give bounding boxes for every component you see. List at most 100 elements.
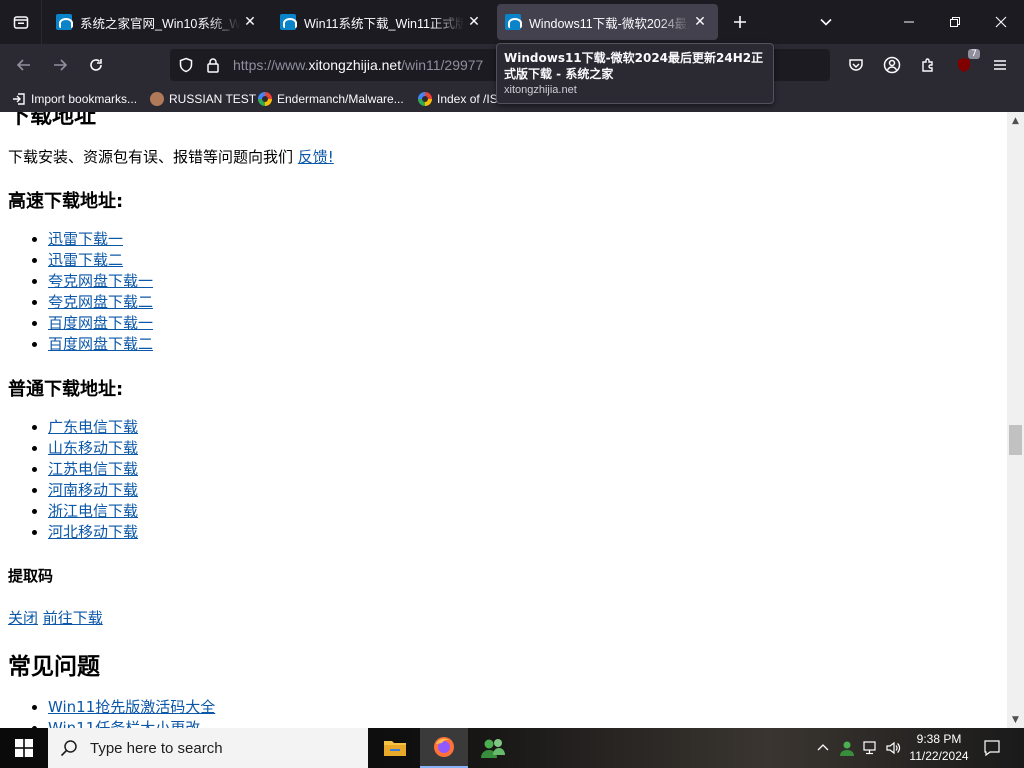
download-link-xunlei-1[interactable]: 迅雷下载一 (48, 230, 123, 248)
faq-heading: 常见问题 (8, 654, 100, 680)
taskbar-file-explorer[interactable] (371, 728, 419, 768)
plus-icon (734, 16, 746, 28)
tab-tooltip: Windows11下载-微软2024最后更新24H2正式版下载 - 系统之家 x… (496, 43, 774, 104)
extensions-button[interactable] (914, 51, 942, 79)
scroll-down-arrow-icon[interactable]: ▼ (1007, 711, 1024, 728)
scrollbar-thumb[interactable] (1009, 425, 1022, 455)
bookmark-label: Import bookmarks... (31, 92, 138, 106)
normal-download-heading: 普通下载地址: (8, 379, 124, 400)
network-tray-button[interactable] (860, 728, 882, 768)
ublock-extension-button[interactable]: 7 (950, 49, 980, 79)
speaker-icon (886, 741, 901, 755)
faq-link-taskbar-size[interactable]: Win11任务栏大小更改 (48, 719, 200, 728)
bookmark-index-of[interactable]: Index of /IS (418, 90, 498, 108)
bookmark-russian-test[interactable]: RUSSIAN TEST (150, 90, 256, 108)
list-item: 夸克网盘下载一 (48, 271, 153, 292)
download-link-baidu-2[interactable]: 百度网盘下载二 (48, 335, 153, 353)
restore-icon (950, 17, 960, 27)
tab-title: 系统之家官网_Win10系统_Windows10 (80, 16, 240, 31)
start-button[interactable] (0, 728, 48, 768)
faq-link-activation-codes[interactable]: Win11抢先版激活码大全 (48, 698, 215, 716)
close-icon (995, 16, 1007, 28)
download-link-hebei[interactable]: 河北移动下载 (48, 523, 138, 541)
extraction-code-heading: 提取码 (8, 567, 54, 585)
import-icon (13, 93, 25, 105)
download-actions: 关闭 前往下载 (8, 607, 103, 628)
list-all-tabs-button[interactable] (812, 8, 840, 36)
show-hidden-icons-button[interactable] (812, 728, 834, 768)
search-placeholder: Type here to search (90, 739, 223, 757)
tab-bar: 系统之家官网_Win10系统_Windows10 ✕ Win11系统下载_Win… (0, 0, 1024, 44)
hamburger-menu-icon (994, 60, 1006, 70)
pocket-button[interactable] (842, 51, 870, 79)
tracking-protection-shield-icon[interactable] (178, 57, 194, 73)
close-window-button[interactable] (978, 0, 1024, 44)
back-button[interactable] (10, 51, 38, 79)
download-link-xunlei-2[interactable]: 迅雷下载二 (48, 251, 123, 269)
close-link[interactable]: 关闭 (8, 609, 38, 627)
download-link-guangdong[interactable]: 广东电信下载 (48, 418, 138, 436)
section-heading-download: 下载地址 (8, 112, 97, 129)
google-icon (418, 92, 432, 106)
normal-download-list: 广东电信下载 山东移动下载 江苏电信下载 河南移动下载 浙江电信下载 河北移动下… (48, 417, 138, 543)
forward-button[interactable] (46, 51, 74, 79)
download-link-quark-2[interactable]: 夸克网盘下载二 (48, 293, 153, 311)
goto-download-link[interactable]: 前往下载 (43, 609, 103, 627)
feedback-link[interactable]: 反馈! (298, 148, 334, 166)
bookmark-label: Index of /IS (437, 92, 498, 106)
new-tab-button[interactable] (726, 8, 754, 36)
reload-icon (90, 59, 102, 71)
url-prefix: https://www. (233, 57, 309, 73)
restore-button[interactable] (932, 0, 978, 44)
volume-tray-button[interactable] (882, 728, 904, 768)
tab-1[interactable]: 系统之家官网_Win10系统_Windows10 ✕ (48, 4, 268, 40)
list-item: 河北移动下载 (48, 522, 138, 543)
tooltip-url: xitongzhijia.net (504, 84, 577, 96)
app-menu-button[interactable] (986, 51, 1014, 79)
tab-3-active[interactable]: Windows11下载-微软2024最后更新 ✕ (497, 4, 718, 40)
list-item: 山东移动下载 (48, 438, 138, 459)
tab-title: Windows11下载-微软2024最后更新 (529, 16, 690, 31)
list-item: Win11抢先版激活码大全 (48, 697, 215, 718)
list-item: 百度网盘下载一 (48, 313, 153, 334)
url-host: xitongzhijia.net (308, 57, 402, 73)
fast-download-heading: 高速下载地址: (8, 191, 124, 212)
close-tab-icon[interactable]: ✕ (464, 14, 484, 30)
close-tab-icon[interactable]: ✕ (240, 14, 260, 30)
list-item: 迅雷下载一 (48, 229, 153, 250)
download-link-henan[interactable]: 河南移动下载 (48, 481, 138, 499)
list-item: 浙江电信下载 (48, 501, 138, 522)
bookmark-endermanch[interactable]: Endermanch/Malware... (258, 90, 404, 108)
download-link-quark-1[interactable]: 夸克网盘下载一 (48, 272, 153, 290)
close-tab-icon[interactable]: ✕ (690, 14, 710, 30)
scroll-up-arrow-icon[interactable]: ▲ (1007, 112, 1024, 129)
page-scrollbar[interactable]: ▲ ▼ (1007, 112, 1024, 728)
account-button[interactable] (878, 51, 906, 79)
tab-list-button[interactable] (0, 0, 42, 44)
tab-2[interactable]: Win11系统下载_Win11正式版_win11 ✕ (272, 4, 492, 40)
notification-icon (984, 740, 1000, 757)
tray-user-app[interactable] (836, 728, 858, 768)
minimize-button[interactable] (886, 0, 932, 44)
list-item: 迅雷下载二 (48, 250, 153, 271)
bookmark-import[interactable]: Import bookmarks... (12, 90, 137, 108)
clock-date: 11/22/2024 (909, 749, 969, 763)
download-link-zhejiang[interactable]: 浙江电信下载 (48, 502, 138, 520)
taskbar-search-box[interactable]: Type here to search (48, 728, 368, 768)
taskbar-clock[interactable]: 9:38 PM 11/22/2024 (904, 731, 974, 765)
download-link-baidu-1[interactable]: 百度网盘下载一 (48, 314, 153, 332)
arrow-right-icon (54, 59, 68, 71)
lock-icon[interactable] (206, 57, 220, 73)
download-link-jiangsu[interactable]: 江苏电信下载 (48, 460, 138, 478)
download-link-shandong[interactable]: 山东移动下载 (48, 439, 138, 457)
reload-button[interactable] (82, 51, 110, 79)
url-text[interactable]: https://www.xitongzhijia.net/win11/29977 (233, 57, 483, 73)
notifications-button[interactable] (978, 728, 1006, 768)
taskbar-users-app[interactable] (469, 728, 517, 768)
folder-icon (384, 741, 406, 756)
tooltip-title: Windows11下载-微软2024最后更新24H2正式版下载 - 系统之家 (504, 51, 764, 81)
taskbar-firefox[interactable] (420, 728, 468, 768)
ublock-shield-icon (958, 58, 970, 72)
puzzle-icon (922, 58, 933, 72)
tab-title: Win11系统下载_Win11正式版_win11 (304, 16, 464, 31)
